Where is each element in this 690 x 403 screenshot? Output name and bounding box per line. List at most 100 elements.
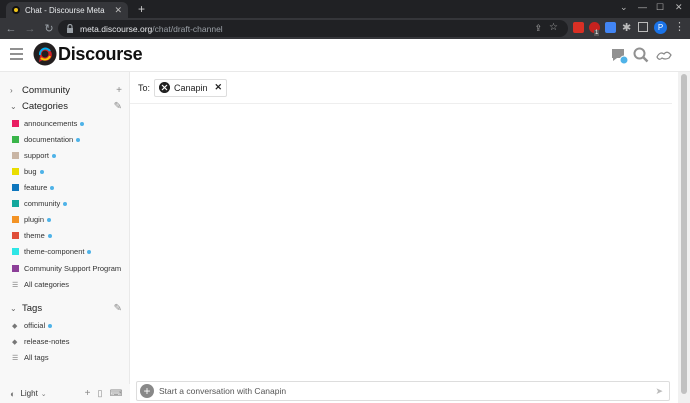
sidebar-item-label: feature <box>24 183 48 192</box>
side-panel-icon[interactable] <box>638 22 648 32</box>
hamburger-menu-icon[interactable] <box>10 48 23 60</box>
translate-extension-icon[interactable] <box>605 22 616 33</box>
site-header: Discourse <box>0 39 690 72</box>
composer-input[interactable]: Start a conversation with Canapin <box>159 386 655 396</box>
sidebar-item-plugin[interactable]: plugin <box>12 215 52 224</box>
sidebar-item-label: announcements <box>24 119 78 128</box>
window-close-icon[interactable]: ✕ <box>675 2 683 13</box>
forward-icon[interactable]: → <box>22 23 38 35</box>
new-indicator-dot <box>76 137 81 142</box>
keyboard-icon[interactable]: ⌨ <box>109 388 122 399</box>
sidebar-footer: ◐ Light ⌄ + ▯ ⌨ <box>0 384 130 403</box>
category-color-swatch <box>12 184 19 191</box>
new-indicator-dot <box>48 323 53 328</box>
page-scrollbar[interactable] <box>678 72 690 403</box>
chevron-down-icon: ⌄ <box>10 102 17 111</box>
sidebar-item-label: All tags <box>24 353 49 362</box>
sidebar-item-label: bug <box>24 167 37 176</box>
tab-close-icon[interactable]: ✕ <box>114 5 122 16</box>
lock-icon <box>67 24 73 33</box>
extensions-puzzle-icon[interactable]: ✱ <box>622 21 631 34</box>
new-indicator-dot <box>39 169 44 174</box>
sidebar-item-community-support-program[interactable]: Community Support Program <box>12 264 121 273</box>
palette-icon: ◐ <box>10 388 16 399</box>
add-attachment-icon[interactable]: + <box>140 384 154 398</box>
sidebar-item-all-categories[interactable]: ☰ All categories <box>12 280 69 289</box>
category-color-swatch <box>12 265 19 272</box>
category-color-swatch <box>12 232 19 239</box>
category-color-swatch <box>12 136 19 143</box>
category-color-swatch <box>12 168 19 175</box>
sidebar-item-theme[interactable]: theme <box>12 231 52 240</box>
reload-icon[interactable]: ↻ <box>41 22 57 35</box>
sidebar-section-label: Community <box>22 85 71 96</box>
sidebar-section-label: Tags <box>22 303 43 314</box>
sidebar-section-tags[interactable]: ⌄ Tags ✎ <box>10 303 122 314</box>
back-icon[interactable]: ← <box>3 23 19 35</box>
sidebar-item-label: support <box>24 151 50 160</box>
sidebar-item-tag-release-notes[interactable]: ◆ release-notes <box>12 337 69 346</box>
pocket-extension-icon[interactable] <box>573 22 584 33</box>
scrollbar-thumb[interactable] <box>681 74 687 394</box>
send-icon[interactable]: ➤ <box>655 386 663 397</box>
sidebar-section-community[interactable]: › Community + <box>10 85 122 96</box>
sidebar: › Community + ⌄ Categories ✎ announcemen… <box>0 72 130 403</box>
chevron-down-icon[interactable]: ⌄ <box>41 390 47 398</box>
search-icon[interactable] <box>633 47 649 63</box>
chevron-down-icon: ⌄ <box>10 304 17 313</box>
recipient-name: Canapin <box>174 82 208 93</box>
plus-icon[interactable]: + <box>85 388 91 399</box>
address-bar[interactable]: meta.discourse.org/chat/draft-channel ⇪ … <box>58 20 568 37</box>
mobile-icon[interactable]: ▯ <box>98 388 103 399</box>
sidebar-item-feature[interactable]: feature <box>12 183 55 192</box>
chat-composer[interactable]: + Start a conversation with Canapin ➤ <box>136 381 670 401</box>
new-tab-button[interactable]: + <box>138 2 145 16</box>
category-color-swatch <box>12 248 19 255</box>
sidebar-item-label: release-notes <box>24 337 70 346</box>
sidebar-item-support[interactable]: support <box>12 151 57 160</box>
chat-icon[interactable] <box>610 47 628 64</box>
minimize-icon[interactable]: — <box>638 2 647 12</box>
browser-toolbar: ← → ↻ meta.discourse.org/chat/draft-chan… <box>0 18 690 39</box>
pencil-icon[interactable]: ✎ <box>114 101 122 112</box>
sidebar-item-label: theme-component <box>24 247 85 256</box>
discourse-favicon-icon <box>12 6 20 14</box>
logo-wordmark: Discourse <box>58 43 143 64</box>
recipient-chip[interactable]: Canapin ✕ <box>154 78 228 97</box>
maximize-icon[interactable]: ☐ <box>656 2 664 13</box>
sidebar-item-community[interactable]: community <box>12 199 68 208</box>
user-avatar-icon[interactable] <box>656 49 672 62</box>
tab-title: Chat - Discourse Meta <box>25 5 105 15</box>
remove-recipient-icon[interactable]: ✕ <box>215 82 223 93</box>
list-icon: ☰ <box>12 354 19 362</box>
sidebar-section-categories[interactable]: ⌄ Categories ✎ <box>10 101 122 112</box>
sidebar-item-tag-official[interactable]: ◆ official <box>12 321 53 330</box>
chat-draft-channel: To: Canapin ✕ + Start a conversation wit… <box>130 72 690 403</box>
sidebar-item-label: official <box>24 321 46 330</box>
site-logo[interactable]: Discourse <box>33 42 143 66</box>
new-indicator-dot <box>63 201 68 206</box>
tab-search-chevron-icon[interactable]: ⌄ <box>620 2 628 13</box>
new-indicator-dot <box>47 217 52 222</box>
discourse-logo-icon <box>33 42 57 66</box>
pencil-icon[interactable]: ✎ <box>114 303 122 314</box>
sidebar-item-label: All categories <box>24 280 70 289</box>
browser-menu-icon[interactable]: ⋮ <box>674 20 685 33</box>
plus-icon[interactable]: + <box>116 85 122 96</box>
sidebar-item-label: theme <box>24 231 45 240</box>
recipient-row: To: Canapin ✕ <box>130 72 672 104</box>
new-indicator-dot <box>50 185 55 190</box>
sidebar-item-all-tags[interactable]: ☰ All tags <box>12 353 49 362</box>
browser-tab[interactable]: Chat - Discourse Meta ✕ <box>6 2 128 18</box>
bookmark-star-icon[interactable]: ☆ <box>549 22 558 33</box>
sidebar-item-theme-component[interactable]: theme-component <box>12 247 92 256</box>
sidebar-item-documentation[interactable]: documentation <box>12 135 81 144</box>
theme-select[interactable]: Light <box>20 389 37 398</box>
share-icon[interactable]: ⇪ <box>534 23 542 34</box>
profile-avatar[interactable]: P <box>654 21 667 34</box>
sidebar-item-announcements[interactable]: announcements <box>12 119 85 128</box>
sidebar-item-label: plugin <box>24 215 45 224</box>
sidebar-item-label: community <box>24 199 61 208</box>
new-indicator-dot <box>52 153 57 158</box>
sidebar-item-bug[interactable]: bug <box>12 167 44 176</box>
